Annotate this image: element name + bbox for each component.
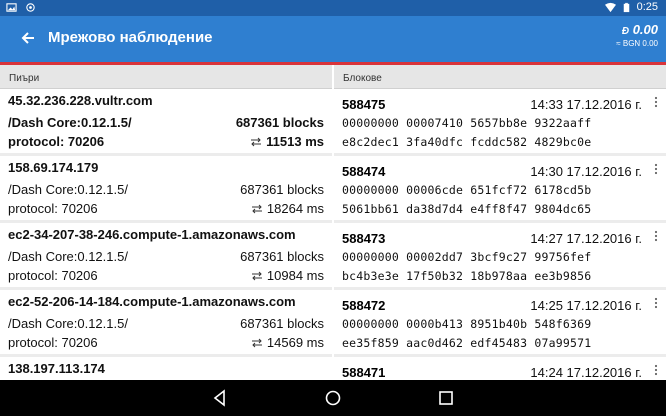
peers-column: Пиъри 45.32.236.228.vultr.com /Dash Core…	[0, 65, 332, 380]
peer-protocol: protocol: 70206	[8, 134, 105, 149]
block-time: 14:24 17.12.2016 г.	[530, 364, 642, 380]
battery-icon	[623, 2, 629, 12]
peer-agent: /Dash Core:0.12.1.5/	[8, 115, 132, 130]
block-hash-line-2: 5061bb61 da38d7d4 e4ff8f47 9804dc65	[342, 202, 592, 216]
block-hash-line-2: bc4b3e3e 17f50b32 18b978aa ee3b9856	[342, 269, 592, 283]
balance-fiat: ≈ BGN 0.00	[616, 39, 658, 48]
peer-host: 158.69.174.179	[8, 160, 99, 175]
peer-item[interactable]: 158.69.174.179 /Dash Core:0.12.1.5/68736…	[0, 156, 332, 220]
peer-ping: 11513 ms	[266, 134, 324, 149]
overflow-menu-icon[interactable]	[654, 297, 658, 309]
peer-item[interactable]: 138.197.113.174	[0, 357, 332, 380]
block-item[interactable]: 588472 14:25 17.12.2016 г. 00000000 0000b…	[334, 290, 666, 354]
blocks-column: Блокове 588475 14:33 17.12.2016 г. 000000…	[334, 65, 666, 380]
block-hash-line-2: e8c2dec1 3fa40dfc fcddc582 4829bc0e	[342, 135, 592, 149]
block-hash-line-2: ee35f859 aac0d462 edf45483 07a99571	[342, 336, 592, 350]
peer-protocol: protocol: 70206	[8, 201, 98, 216]
block-hash-line-1: 00000000 00006cde 651fcf72 6178cd5b	[342, 183, 592, 197]
app-bar: Мрежово наблюдение Đ 0.00 ≈ BGN 0.00	[0, 16, 666, 62]
peer-agent: /Dash Core:0.12.1.5/	[8, 182, 128, 197]
recents-nav-icon[interactable]	[437, 389, 455, 407]
home-nav-icon[interactable]	[324, 389, 342, 407]
block-item[interactable]: 588473 14:27 17.12.2016 г. 00000000 00002…	[334, 223, 666, 287]
transfer-arrows-icon	[251, 338, 262, 347]
overflow-menu-icon[interactable]	[654, 163, 658, 175]
navigation-bar	[0, 380, 666, 416]
peer-protocol: protocol: 70206	[8, 335, 98, 350]
block-item[interactable]: 588471 14:24 17.12.2016 г.	[334, 357, 666, 380]
overflow-menu-icon[interactable]	[654, 230, 658, 242]
sync-icon	[26, 3, 35, 12]
block-hash-line-1: 00000000 00002dd7 3bcf9c27 99756fef	[342, 250, 592, 264]
block-hash-line-1: 00000000 00007410 5657bb8e 9322aaff	[342, 116, 592, 130]
balance-amount: 0.00	[632, 22, 658, 37]
block-item[interactable]: 588474 14:30 17.12.2016 г. 00000000 00006…	[334, 156, 666, 220]
peer-agent: /Dash Core:0.12.1.5/	[8, 316, 128, 331]
block-time: 14:33 17.12.2016 г.	[530, 96, 642, 112]
currency-symbol: Đ	[621, 26, 630, 37]
transfer-arrows-icon	[251, 204, 262, 213]
peer-ping: 10984 ms	[266, 268, 324, 283]
block-item[interactable]: 588475 14:33 17.12.2016 г. 00000000 00007…	[334, 89, 666, 153]
block-height: 588472	[342, 297, 386, 313]
block-height: 588474	[342, 163, 386, 179]
transfer-arrows-icon	[251, 137, 262, 146]
blocks-header: Блокове	[334, 65, 666, 89]
peer-ping: 14569 ms	[266, 335, 324, 350]
block-time: 14:30 17.12.2016 г.	[530, 163, 642, 179]
page-title: Мрежово наблюдение	[48, 29, 213, 46]
peer-ping: 18264 ms	[266, 201, 324, 216]
block-list: 588475 14:33 17.12.2016 г. 00000000 00007…	[334, 89, 666, 380]
balance-display[interactable]: Đ 0.00 ≈ BGN 0.00	[616, 22, 658, 48]
status-bar: 0:25	[0, 0, 666, 16]
overflow-menu-icon[interactable]	[654, 96, 658, 108]
transfer-arrows-icon	[251, 271, 262, 280]
peer-blocks: 687361 blocks	[240, 182, 324, 197]
peer-blocks: 687361 blocks	[240, 316, 324, 331]
peer-blocks: 687361 blocks	[240, 249, 324, 264]
peer-host: 138.197.113.174	[8, 361, 105, 376]
block-time: 14:27 17.12.2016 г.	[530, 230, 642, 246]
status-time: 0:25	[636, 1, 658, 13]
peer-list: 45.32.236.228.vultr.com /Dash Core:0.12.…	[0, 89, 332, 380]
peer-item[interactable]: ec2-52-206-14-184.compute-1.amazonaws.co…	[0, 290, 332, 354]
block-time: 14:25 17.12.2016 г.	[530, 297, 642, 313]
block-height: 588475	[342, 96, 386, 112]
peer-host: 45.32.236.228.vultr.com	[8, 93, 153, 108]
overflow-menu-icon[interactable]	[654, 364, 658, 376]
peer-host: ec2-52-206-14-184.compute-1.amazonaws.co…	[8, 294, 296, 309]
peer-host: ec2-34-207-38-246.compute-1.amazonaws.co…	[8, 227, 296, 242]
peer-blocks: 687361 blocks	[235, 115, 324, 130]
block-height: 588473	[342, 230, 386, 246]
peer-protocol: protocol: 70206	[8, 268, 98, 283]
image-icon	[6, 3, 17, 12]
wifi-icon	[604, 2, 616, 12]
block-hash-line-1: 00000000 0000b413 8951b40b 548f6369	[342, 317, 592, 331]
back-arrow-icon[interactable]	[18, 28, 38, 48]
peers-header: Пиъри	[0, 65, 332, 89]
block-height: 588471	[342, 364, 386, 380]
peer-agent: /Dash Core:0.12.1.5/	[8, 249, 128, 264]
peer-item[interactable]: ec2-34-207-38-246.compute-1.amazonaws.co…	[0, 223, 332, 287]
back-nav-icon[interactable]	[211, 389, 229, 407]
peer-item[interactable]: 45.32.236.228.vultr.com /Dash Core:0.12.…	[0, 89, 332, 153]
